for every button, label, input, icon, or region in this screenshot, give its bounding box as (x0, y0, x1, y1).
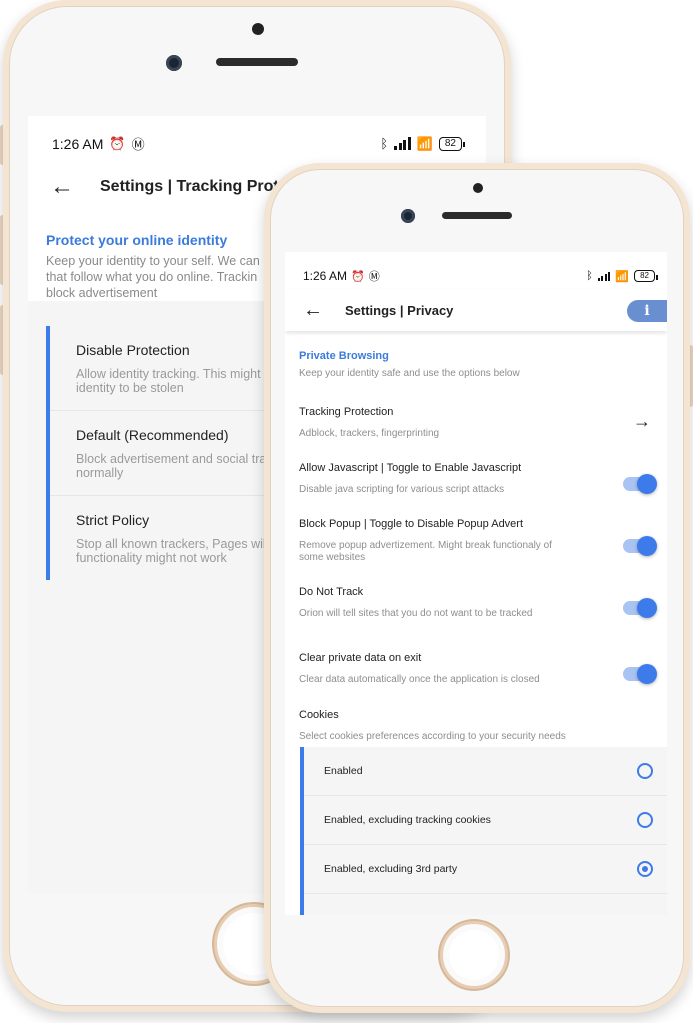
section-title: Protect your online identity (46, 232, 228, 248)
wifi-icon: 📶 (416, 135, 433, 151)
signal-icon (597, 271, 611, 281)
app-bar: ← Settings | Privacy i (285, 290, 667, 331)
arrow-right-icon[interactable]: → (633, 411, 651, 432)
clear-data-row: Clear private data on exit Clear data au… (299, 652, 540, 685)
signal-icon (394, 137, 411, 150)
front-camera (401, 209, 415, 223)
do-not-track-row: Do Not Track Orion will tell sites that … (299, 586, 533, 619)
radio-button[interactable] (637, 812, 653, 828)
status-time: 1:26 AM (52, 135, 104, 152)
bluetooth-icon: ᛒ (586, 270, 593, 282)
back-arrow-icon[interactable]: ← (50, 173, 74, 201)
cookie-option-enabled[interactable]: Enabled (304, 747, 667, 796)
info-button[interactable]: i (627, 299, 667, 322)
notification-icon: Ⓜ (131, 137, 145, 152)
status-bar: 1:26 AM ⏰ Ⓜ ᛒ 📶 82 (28, 134, 486, 153)
section-title: Private Browsing (299, 350, 389, 362)
do-not-track-toggle[interactable] (623, 598, 657, 618)
front-camera (166, 55, 182, 71)
status-bar: 1:26 AM ⏰ Ⓜ ᛒ 📶 82 (285, 268, 667, 284)
javascript-toggle[interactable] (623, 474, 657, 494)
battery-icon: 82 (634, 270, 658, 282)
home-button[interactable] (440, 921, 508, 989)
cookie-options-list: Enabled Enabled, excluding tracking cook… (300, 747, 667, 915)
toggle-knob (637, 664, 657, 684)
sensor-dot (252, 23, 264, 35)
page-title: Settings | Privacy (345, 303, 454, 318)
radio-button-selected[interactable] (637, 861, 653, 877)
earpiece-speaker (216, 58, 298, 66)
battery-icon: 82 (438, 136, 466, 151)
sensor-dot (473, 183, 483, 193)
section-description: Keep your identity safe and use the opti… (299, 368, 520, 379)
cookie-option-excluding-third-party[interactable]: Enabled, excluding 3rd party (304, 845, 667, 894)
clear-data-toggle[interactable] (623, 664, 657, 684)
bluetooth-icon: ᛒ (380, 136, 389, 151)
notification-icon: Ⓜ (368, 271, 380, 283)
alarm-off-icon: ⏰ (351, 270, 365, 283)
toggle-knob (637, 536, 657, 556)
radio-button[interactable] (637, 763, 653, 779)
info-icon: i (644, 302, 650, 319)
front-phone-frame: 1:26 AM ⏰ Ⓜ ᛒ 📶 82 ← Settings | Privacy … (264, 163, 690, 1013)
cookies-row: Cookies Select cookies preferences accor… (299, 709, 566, 742)
status-time: 1:26 AM (303, 269, 348, 283)
javascript-row: Allow Javascript | Toggle to Enable Java… (299, 462, 522, 495)
toggle-knob (637, 598, 657, 618)
tracking-protection-row[interactable]: Tracking Protection Adblock, trackers, f… (299, 406, 653, 440)
front-phone-screen: 1:26 AM ⏰ Ⓜ ᛒ 📶 82 ← Settings | Privacy … (285, 252, 667, 915)
earpiece-speaker (442, 212, 512, 219)
back-arrow-icon[interactable]: ← (303, 299, 323, 322)
block-popup-row: Block Popup | Toggle to Disable Popup Ad… (299, 518, 552, 563)
section-private-browsing: Private Browsing Keep your identity safe… (299, 350, 653, 380)
toggle-knob (637, 474, 657, 494)
section-description: Keep your identity to your self. We can … (46, 254, 271, 300)
block-popup-toggle[interactable] (623, 536, 657, 556)
cookie-option-excluding-tracking[interactable]: Enabled, excluding tracking cookies (304, 796, 667, 845)
wifi-icon: 📶 (615, 270, 630, 283)
alarm-off-icon: ⏰ (109, 135, 126, 151)
